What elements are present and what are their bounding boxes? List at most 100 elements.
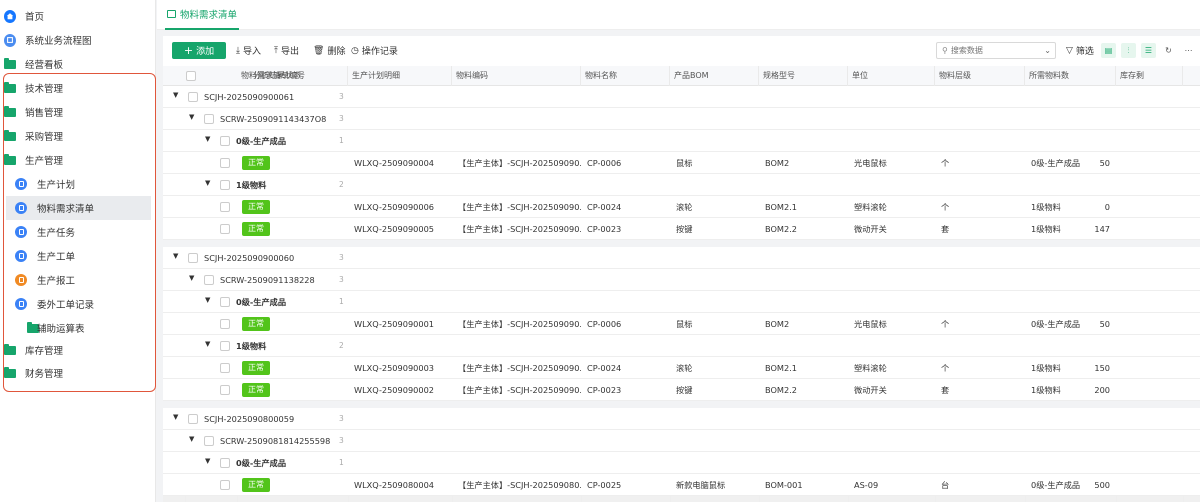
row-checkbox[interactable] bbox=[220, 458, 230, 468]
column-header[interactable]: 规格型号 bbox=[759, 66, 848, 86]
row-checkbox[interactable] bbox=[220, 480, 230, 490]
card-view-icon[interactable]: ▤ bbox=[1101, 43, 1116, 58]
caret-down-icon[interactable]: ▼ bbox=[205, 457, 210, 465]
more-icon[interactable]: ⋯ bbox=[1181, 43, 1196, 58]
sidebar-item-5[interactable]: 采购管理 bbox=[0, 124, 156, 148]
group-row-plan[interactable]: ▼ SCJH-2025090900060 3 bbox=[163, 247, 1200, 269]
column-header[interactable]: 物料层级 bbox=[935, 66, 1025, 86]
group-row-task[interactable]: ▼ SCRW-2509091138228 3 bbox=[163, 269, 1200, 291]
group-row-level[interactable]: ▼ 0级-生产成品 1 bbox=[163, 452, 1200, 474]
group-row-task[interactable]: ▼ SCRW-2509081814255598 3 bbox=[163, 430, 1200, 452]
sidebar-item-15[interactable]: 财务管理 bbox=[0, 361, 156, 385]
sidebar-item-12[interactable]: 委外工单记录 bbox=[0, 292, 156, 316]
table-row[interactable]: 正常 WLXQ-2509090006 【生产主体】-SCJH-202509090..… bbox=[163, 196, 1200, 218]
group-row-plan[interactable]: ▼ SCJH-2025090900061 3 bbox=[163, 86, 1200, 108]
export-button[interactable]: ⤒ 导出 bbox=[274, 44, 299, 58]
search-field[interactable]: ⚲ ⌄ bbox=[936, 42, 1056, 59]
caret-down-icon[interactable]: ▼ bbox=[189, 435, 194, 443]
table-row[interactable]: 正常 WLXQ-2509090003 【生产主体】-SCJH-202509090..… bbox=[163, 357, 1200, 379]
sidebar-item-0[interactable]: 首页 bbox=[0, 4, 156, 28]
column-header[interactable]: 单位 bbox=[848, 66, 935, 86]
table-row[interactable]: 正常 WLXQ-2509090001 【生产主体】-SCJH-202509090..… bbox=[163, 313, 1200, 335]
table-row[interactable]: 正常 WLXQ-2509090004 【生产主体】-SCJH-202509090..… bbox=[163, 152, 1200, 174]
group-row-level[interactable]: ▼ 1级物料 2 bbox=[163, 335, 1200, 357]
row-checkbox[interactable] bbox=[220, 385, 230, 395]
row-checkbox[interactable] bbox=[188, 253, 198, 263]
sidebar-item-label: 经营看板 bbox=[25, 60, 64, 71]
sidebar-item-10[interactable]: 生产工单 bbox=[0, 244, 156, 268]
cell-spec: 微动开关 bbox=[854, 224, 887, 234]
sidebar-item-8[interactable]: 物料需求清单 bbox=[6, 196, 151, 220]
row-checkbox[interactable] bbox=[220, 202, 230, 212]
select-all-checkbox[interactable] bbox=[186, 71, 196, 81]
document-icon bbox=[15, 202, 27, 214]
column-header[interactable]: 物料需求清单编号 bbox=[237, 66, 348, 86]
sidebar-item-9[interactable]: 生产任务 bbox=[0, 220, 156, 244]
cell-code: WLXQ-2509090002 bbox=[354, 385, 434, 395]
group-row-task[interactable]: ▼ SCRW-2509091143437O8 3 bbox=[163, 108, 1200, 130]
column-header[interactable]: 生产计划明细 bbox=[348, 66, 452, 86]
group-row-level[interactable]: ▼ 0级-生产成品 1 bbox=[163, 291, 1200, 313]
group-row-plan[interactable]: ▼ SCJH-2025090800059 3 bbox=[163, 408, 1200, 430]
row-checkbox[interactable] bbox=[220, 341, 230, 351]
row-checkbox[interactable] bbox=[220, 363, 230, 373]
group-row-level[interactable]: ▼ 1级物料 2 bbox=[163, 174, 1200, 196]
column-header[interactable]: 产品BOM bbox=[670, 66, 759, 86]
cell-detail: 【生产主体】-SCJH-202509090... bbox=[458, 158, 581, 168]
row-checkbox[interactable] bbox=[220, 224, 230, 234]
row-checkbox[interactable] bbox=[220, 297, 230, 307]
row-checkbox[interactable] bbox=[220, 136, 230, 146]
row-checkbox[interactable] bbox=[204, 275, 214, 285]
sidebar-item-3[interactable]: 技术管理 bbox=[0, 76, 156, 100]
caret-down-icon[interactable]: ▼ bbox=[205, 340, 210, 348]
operation-log-button[interactable]: ◷ 操作记录 bbox=[351, 44, 398, 58]
sidebar-item-label: 委外工单记录 bbox=[37, 300, 95, 311]
row-checkbox[interactable] bbox=[188, 92, 198, 102]
caret-down-icon[interactable]: ▼ bbox=[205, 135, 210, 143]
filter-button[interactable]: ▽ 筛选 bbox=[1066, 44, 1094, 58]
row-checkbox[interactable] bbox=[188, 414, 198, 424]
row-checkbox[interactable] bbox=[204, 436, 214, 446]
row-checkbox[interactable] bbox=[220, 180, 230, 190]
sidebar-item-1[interactable]: 系统业务流程图 bbox=[0, 28, 156, 52]
caret-down-icon[interactable]: ▼ bbox=[205, 296, 210, 304]
column-header[interactable]: 库存剩 bbox=[1116, 66, 1183, 86]
caret-down-icon[interactable]: ▼ bbox=[189, 274, 194, 282]
row-checkbox[interactable] bbox=[220, 158, 230, 168]
search-input[interactable] bbox=[950, 46, 1037, 55]
caret-down-icon[interactable]: ▼ bbox=[173, 252, 178, 260]
table-header: 分析结果状态 物料需求清单编号 生产计划明细 物料编码 物料名称 产品BOM 规格型号 单位物… bbox=[163, 66, 1200, 86]
sidebar-item-2[interactable]: 经营看板 bbox=[0, 52, 156, 76]
delete-button[interactable]: 🗑 删除 bbox=[313, 44, 345, 58]
tab-material-requirements[interactable]: 物料需求清单 bbox=[165, 0, 240, 30]
sidebar-item-13[interactable]: 辅助运算表 bbox=[0, 316, 156, 340]
sidebar-item-14[interactable]: 库存管理 bbox=[0, 338, 156, 362]
table-row[interactable]: 正常 WLXQ-2509090005 【生产主体】-SCJH-202509090..… bbox=[163, 218, 1200, 240]
import-button[interactable]: ⤓ 导入 bbox=[236, 44, 261, 58]
group-row-level[interactable]: ▼ 0级-生产成品 1 bbox=[163, 130, 1200, 152]
column-header[interactable]: 物料编码 bbox=[452, 66, 581, 86]
chevron-down-icon[interactable]: ⌄ bbox=[1044, 46, 1051, 55]
sidebar-item-4[interactable]: 销售管理 bbox=[0, 100, 156, 124]
row-checkbox[interactable] bbox=[204, 114, 214, 124]
level-label: 0级-生产成品 bbox=[236, 297, 287, 307]
caret-down-icon[interactable]: ▼ bbox=[173, 413, 178, 421]
refresh-icon[interactable]: ↻ bbox=[1161, 43, 1176, 58]
caret-down-icon[interactable]: ▼ bbox=[205, 179, 210, 187]
sidebar-item-6[interactable]: 生产管理 bbox=[0, 148, 156, 172]
list-view-icon[interactable]: ☰ bbox=[1141, 43, 1156, 58]
sidebar-item-11[interactable]: 生产报工 bbox=[0, 268, 156, 292]
tree-view-icon[interactable]: ⫶ bbox=[1121, 43, 1136, 58]
add-button[interactable]: + 添加 bbox=[172, 42, 226, 59]
table-row[interactable]: 正常 WLXQ-2509080004 【生产主体】-SCJH-202509080..… bbox=[163, 474, 1200, 496]
table-row[interactable]: 正常 WLXQ-2509090002 【生产主体】-SCJH-202509090..… bbox=[163, 379, 1200, 401]
caret-down-icon[interactable]: ▼ bbox=[173, 91, 178, 99]
caret-down-icon[interactable]: ▼ bbox=[189, 113, 194, 121]
cell-bom: BOM-001 bbox=[765, 480, 803, 490]
row-checkbox[interactable] bbox=[220, 319, 230, 329]
cell-detail: 【生产主体】-SCJH-202509080... bbox=[458, 480, 581, 490]
cell-name: 鼠标 bbox=[676, 319, 693, 329]
column-header[interactable]: 所需物料数 bbox=[1025, 66, 1116, 86]
sidebar-item-7[interactable]: 生产计划 bbox=[0, 172, 156, 196]
column-header[interactable]: 物料名称 bbox=[581, 66, 670, 86]
